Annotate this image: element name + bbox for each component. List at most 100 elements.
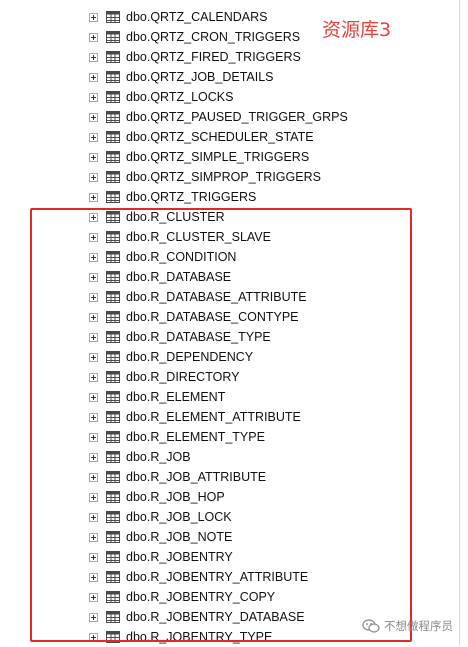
table-grid-icon [106, 51, 120, 63]
plus-square-icon[interactable] [89, 293, 98, 302]
tree-node-row[interactable]: dbo.R_DATABASE_TYPE [0, 327, 468, 347]
plus-square-icon[interactable] [89, 453, 98, 462]
tree-node-label: dbo.R_DEPENDENCY [126, 350, 254, 364]
tree-node-row[interactable]: dbo.R_JOBENTRY [0, 547, 468, 567]
plus-square-icon[interactable] [89, 493, 98, 502]
plus-square-icon[interactable] [89, 393, 98, 402]
tree-node-label: dbo.R_JOB_NOTE [126, 530, 233, 544]
tree-node-row[interactable]: dbo.QRTZ_FIRED_TRIGGERS [0, 47, 468, 67]
tree-node-row[interactable]: dbo.R_DIRECTORY [0, 367, 468, 387]
plus-square-icon[interactable] [89, 473, 98, 482]
plus-square-icon[interactable] [89, 373, 98, 382]
tree-node-row[interactable]: dbo.R_JOB_LOCK [0, 507, 468, 527]
table-grid-icon [106, 291, 120, 303]
table-grid-icon [106, 431, 120, 443]
table-grid-icon [106, 391, 120, 403]
tree-node-row[interactable]: dbo.QRTZ_JOB_DETAILS [0, 67, 468, 87]
tree-node-row[interactable]: dbo.R_ELEMENT_ATTRIBUTE [0, 407, 468, 427]
plus-square-icon[interactable] [89, 33, 98, 42]
tree-node-label: dbo.QRTZ_LOCKS [126, 90, 234, 104]
plus-square-icon[interactable] [89, 573, 98, 582]
plus-square-icon[interactable] [89, 233, 98, 242]
table-grid-icon [106, 411, 120, 423]
plus-square-icon[interactable] [89, 213, 98, 222]
annotation-label: 资源库3 [322, 19, 392, 41]
tree-node-label: dbo.R_CLUSTER [126, 210, 225, 224]
plus-square-icon[interactable] [89, 553, 98, 562]
tree-node-row[interactable]: dbo.R_JOBENTRY_ATTRIBUTE [0, 567, 468, 587]
tree-node-label: dbo.R_DATABASE_CONTYPE [126, 310, 299, 324]
plus-square-icon[interactable] [89, 133, 98, 142]
table-grid-icon [106, 371, 120, 383]
tree-node-row[interactable]: dbo.R_JOB_HOP [0, 487, 468, 507]
tree-node-row[interactable]: dbo.QRTZ_SIMPLE_TRIGGERS [0, 147, 468, 167]
plus-square-icon[interactable] [89, 533, 98, 542]
tree-node-row[interactable]: dbo.R_JOB_NOTE [0, 527, 468, 547]
table-grid-icon [106, 571, 120, 583]
tree-node-row[interactable]: dbo.R_CLUSTER_SLAVE [0, 227, 468, 247]
table-grid-icon [106, 111, 120, 123]
plus-square-icon[interactable] [89, 173, 98, 182]
plus-square-icon[interactable] [89, 433, 98, 442]
tree-node-label: dbo.QRTZ_FIRED_TRIGGERS [126, 50, 301, 64]
table-grid-icon [106, 531, 120, 543]
tree-node-row[interactable]: dbo.QRTZ_SIMPROP_TRIGGERS [0, 167, 468, 187]
tree-node-label: dbo.R_ELEMENT_TYPE [126, 430, 265, 444]
tree-node-label: dbo.R_JOB_ATTRIBUTE [126, 470, 267, 484]
plus-square-icon[interactable] [89, 193, 98, 202]
tree-node-label: dbo.R_DATABASE_ATTRIBUTE [126, 290, 307, 304]
tree-node-row[interactable]: dbo.R_ELEMENT_TYPE [0, 427, 468, 447]
table-grid-icon [106, 511, 120, 523]
plus-square-icon[interactable] [89, 593, 98, 602]
tree-node-row[interactable]: dbo.R_JOB_ATTRIBUTE [0, 467, 468, 487]
tree-node-row[interactable]: dbo.R_DATABASE [0, 267, 468, 287]
plus-square-icon[interactable] [89, 333, 98, 342]
plus-square-icon[interactable] [89, 313, 98, 322]
table-grid-icon [106, 171, 120, 183]
tree-node-row[interactable]: dbo.R_JOB [0, 447, 468, 467]
table-grid-icon [106, 71, 120, 83]
tree-node-label: dbo.R_DATABASE_TYPE [126, 330, 271, 344]
plus-square-icon[interactable] [89, 73, 98, 82]
plus-square-icon[interactable] [89, 513, 98, 522]
table-grid-icon [106, 611, 120, 623]
table-grid-icon [106, 591, 120, 603]
tree-node-row[interactable]: dbo.QRTZ_SCHEDULER_STATE [0, 127, 468, 147]
tree-node-row[interactable]: dbo.R_CLUSTER [0, 207, 468, 227]
tree-node-row[interactable]: dbo.QRTZ_CALENDARS [0, 7, 468, 27]
plus-square-icon[interactable] [89, 273, 98, 282]
tree-node-label: dbo.R_JOB_HOP [126, 490, 225, 504]
plus-square-icon[interactable] [89, 613, 98, 622]
plus-square-icon[interactable] [89, 53, 98, 62]
tree-node-row[interactable]: dbo.QRTZ_TRIGGERS [0, 187, 468, 207]
table-grid-icon [106, 251, 120, 263]
plus-square-icon[interactable] [89, 353, 98, 362]
tree-node-label: dbo.QRTZ_CALENDARS [126, 10, 268, 24]
tree-node-label: dbo.QRTZ_JOB_DETAILS [126, 70, 274, 84]
plus-square-icon[interactable] [89, 153, 98, 162]
plus-square-icon[interactable] [89, 113, 98, 122]
plus-square-icon[interactable] [89, 413, 98, 422]
tree-node-label: dbo.R_CLUSTER_SLAVE [126, 230, 271, 244]
table-grid-icon [106, 331, 120, 343]
tree-node-row[interactable]: dbo.R_DEPENDENCY [0, 347, 468, 367]
tree-node-row[interactable]: dbo.R_DATABASE_CONTYPE [0, 307, 468, 327]
tree-node-label: dbo.QRTZ_PAUSED_TRIGGER_GRPS [126, 110, 348, 124]
plus-square-icon[interactable] [89, 633, 98, 642]
tree-node-row[interactable]: dbo.R_DATABASE_ATTRIBUTE [0, 287, 468, 307]
tree-node-row[interactable]: dbo.R_ELEMENT [0, 387, 468, 407]
table-grid-icon [106, 451, 120, 463]
tree-node-label: dbo.QRTZ_SIMPLE_TRIGGERS [126, 150, 310, 164]
tree-node-row[interactable]: dbo.R_CONDITION [0, 247, 468, 267]
table-grid-icon [106, 271, 120, 283]
object-explorer-tree: dbo.QRTZ_CALENDARS dbo.QRTZ_CRON_TRIGGERS… [0, 0, 468, 646]
tree-node-row[interactable]: dbo.QRTZ_CRON_TRIGGERS [0, 27, 468, 47]
tree-node-label: dbo.R_JOBENTRY_TYPE [126, 630, 273, 644]
plus-square-icon[interactable] [89, 253, 98, 262]
tree-node-row[interactable]: dbo.QRTZ_PAUSED_TRIGGER_GRPS [0, 107, 468, 127]
plus-square-icon[interactable] [89, 13, 98, 22]
table-grid-icon [106, 11, 120, 23]
tree-node-row[interactable]: dbo.QRTZ_LOCKS [0, 87, 468, 107]
tree-node-row[interactable]: dbo.R_JOBENTRY_COPY [0, 587, 468, 607]
plus-square-icon[interactable] [89, 93, 98, 102]
